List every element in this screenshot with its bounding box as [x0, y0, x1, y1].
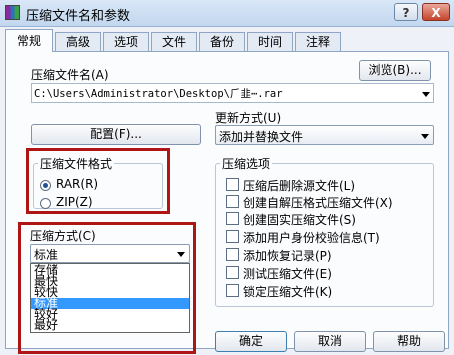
help-button[interactable]: 帮助	[373, 331, 445, 352]
winrar-app-icon	[5, 5, 20, 20]
test-archive-label[interactable]: 测试压缩文件(E)	[243, 265, 332, 282]
zip-radio-label[interactable]: ZIP(Z)	[56, 195, 93, 209]
tab-advanced[interactable]: 高级	[55, 32, 101, 51]
dialog-window: 压缩文件名和参数 ? X 常规 高级 选项 文件 备份 时间 注释 压缩文件名(…	[0, 0, 454, 355]
archive-name-value: C:\Users\Administrator\Desktop\⺁⾲⋯.rar	[34, 88, 283, 100]
recovery-record-checkbox[interactable]	[226, 248, 239, 261]
archive-format-title: 压缩文件格式	[38, 155, 115, 172]
cancel-button[interactable]: 取消	[294, 331, 366, 352]
window-title: 压缩文件名和参数	[26, 9, 131, 24]
help-title-button[interactable]: ?	[394, 3, 418, 21]
tab-files[interactable]: 文件	[151, 32, 197, 51]
compression-dropdown-list: 存储 最快 较快 标准 较好 最好	[30, 263, 190, 333]
lock-archive-checkbox[interactable]	[226, 284, 239, 297]
chevron-down-icon	[421, 134, 429, 139]
tab-time[interactable]: 时间	[247, 32, 293, 51]
archive-options-title: 压缩选项	[220, 155, 273, 172]
browse-button[interactable]: 浏览(B)...	[359, 60, 431, 81]
tab-backup[interactable]: 备份	[199, 32, 245, 51]
lock-archive-label[interactable]: 锁定压缩文件(K)	[243, 283, 332, 300]
authenticity-label[interactable]: 添加用户身份校验信息(T)	[243, 229, 380, 246]
config-button[interactable]: 配置(F)...	[31, 124, 201, 145]
chevron-down-icon	[177, 252, 185, 257]
update-mode-value: 添加并替换文件	[219, 130, 304, 144]
update-mode-select[interactable]: 添加并替换文件	[215, 125, 434, 145]
archive-name-label: 压缩文件名(A)	[31, 68, 109, 82]
rar-radio[interactable]	[40, 180, 51, 191]
test-archive-checkbox[interactable]	[226, 266, 239, 279]
tab-options[interactable]: 选项	[103, 32, 149, 51]
solid-checkbox[interactable]	[226, 212, 239, 225]
authenticity-checkbox[interactable]	[226, 230, 239, 243]
list-item[interactable]: 最好	[31, 319, 189, 331]
radio-dot	[43, 183, 48, 188]
solid-label[interactable]: 创建固实压缩文件(S)	[243, 211, 356, 228]
recovery-record-label[interactable]: 添加恢复记录(P)	[243, 247, 332, 264]
close-button[interactable]: X	[422, 3, 450, 21]
compression-label: 压缩方式(C)	[30, 229, 96, 243]
delete-after-checkbox[interactable]	[226, 178, 239, 191]
chevron-down-icon[interactable]	[422, 92, 430, 97]
compression-value: 标准	[34, 248, 59, 262]
delete-after-label[interactable]: 压缩后删除源文件(L)	[243, 177, 355, 194]
sfx-label[interactable]: 创建自解压格式压缩文件(X)	[243, 194, 393, 211]
sfx-checkbox[interactable]	[226, 195, 239, 208]
ok-button[interactable]: 确定	[215, 331, 287, 352]
compression-select[interactable]: 标准	[30, 244, 190, 263]
rar-radio-label[interactable]: RAR(R)	[56, 177, 98, 191]
archive-name-field[interactable]: C:\Users\Administrator\Desktop\⺁⾲⋯.rar	[31, 83, 434, 103]
title-bar[interactable]: 压缩文件名和参数 ? X	[0, 0, 454, 27]
update-mode-label: 更新方式(U)	[215, 111, 282, 125]
tab-general[interactable]: 常规	[5, 29, 53, 52]
tab-comment[interactable]: 注释	[295, 32, 341, 51]
zip-radio[interactable]	[40, 198, 51, 209]
